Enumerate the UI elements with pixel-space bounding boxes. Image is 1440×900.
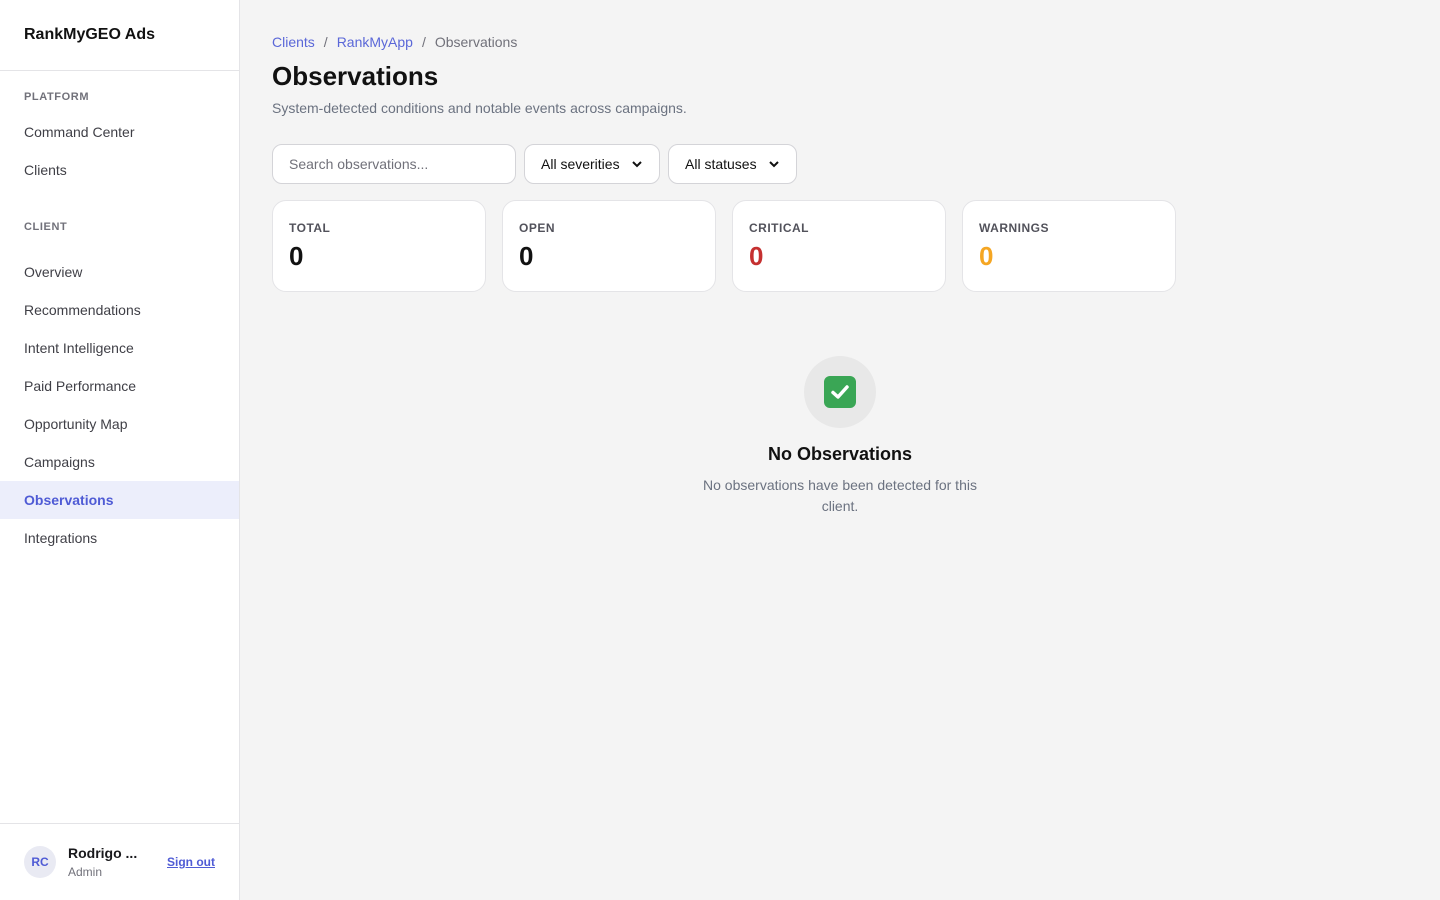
breadcrumb: Clients / RankMyApp / Observations [272, 34, 517, 50]
sidebar-item-paid-performance[interactable]: Paid Performance [0, 367, 239, 405]
main-content: Clients / RankMyApp / Observations Obser… [240, 0, 1440, 900]
stat-card-critical: CRITICAL 0 [732, 200, 946, 292]
empty-state-icon-circle [804, 356, 876, 428]
sidebar-item-clients[interactable]: Clients [0, 151, 239, 189]
stat-label: TOTAL [289, 221, 331, 235]
chevron-down-icon [768, 157, 779, 171]
stat-value-critical: 0 [749, 241, 764, 271]
user-name: Rodrigo ... [68, 845, 138, 861]
stats-row: TOTAL 0 OPEN 0 CRITICAL 0 WARNINGS 0 [272, 200, 1176, 292]
filters-bar: All severities All statuses [272, 144, 797, 184]
nav-section-platform: PLATFORM Command Center Clients [0, 91, 239, 189]
user-footer: RC Rodrigo ... Admin Sign out [0, 823, 239, 900]
nav-section-title: CLIENT [24, 221, 68, 233]
breadcrumb-current: Observations [434, 34, 518, 50]
sidebar-item-observations[interactable]: Observations [0, 481, 239, 519]
stat-value-open: 0 [519, 241, 534, 271]
status-select[interactable]: All statuses [668, 144, 797, 184]
stat-value-total: 0 [289, 241, 304, 271]
nav-section-client: CLIENT Overview Recommendations Intent I… [0, 221, 239, 557]
severity-select[interactable]: All severities [524, 144, 660, 184]
breadcrumb-client[interactable]: RankMyApp [337, 34, 413, 50]
sign-out-button[interactable]: Sign out [167, 855, 215, 869]
stat-card-warnings: WARNINGS 0 [962, 200, 1176, 292]
nav-section-title: PLATFORM [24, 91, 90, 103]
stat-card-total: TOTAL 0 [272, 200, 486, 292]
stat-label: OPEN [519, 221, 556, 235]
sidebar-item-recommendations[interactable]: Recommendations [0, 291, 239, 329]
sidebar-item-campaigns[interactable]: Campaigns [0, 443, 239, 481]
severity-select-value: All severities [541, 156, 620, 172]
empty-state-title: No Observations [767, 444, 913, 464]
status-select-value: All statuses [685, 156, 757, 172]
chevron-down-icon [631, 157, 642, 171]
sidebar: RankMyGEO Ads PLATFORM Command Center Cl… [0, 0, 240, 900]
sidebar-item-overview[interactable]: Overview [0, 253, 239, 291]
sidebar-item-integrations[interactable]: Integrations [0, 519, 239, 557]
empty-state-text: No observations have been detected for t… [703, 477, 977, 514]
sidebar-item-command-center[interactable]: Command Center [0, 113, 239, 151]
empty-state: No Observations No observations have bee… [672, 356, 1008, 517]
breadcrumb-clients[interactable]: Clients [272, 34, 315, 50]
stat-value-warnings: 0 [979, 241, 994, 271]
check-mark-icon [824, 376, 856, 408]
breadcrumb-separator: / [421, 34, 426, 50]
sidebar-item-opportunity-map[interactable]: Opportunity Map [0, 405, 239, 443]
stat-label: CRITICAL [749, 221, 809, 235]
page-subtitle: System-detected conditions and notable e… [272, 100, 687, 116]
user-role: Admin [68, 865, 103, 879]
stat-card-open: OPEN 0 [502, 200, 716, 292]
stat-label: WARNINGS [979, 221, 1049, 235]
page-title: Observations [272, 61, 439, 91]
brand-name[interactable]: RankMyGEO Ads [0, 0, 239, 71]
breadcrumb-separator: / [323, 34, 328, 50]
avatar: RC [24, 846, 56, 878]
user-info: Rodrigo ... Admin [68, 845, 148, 879]
search-input[interactable] [272, 144, 516, 184]
sidebar-item-intent-intelligence[interactable]: Intent Intelligence [0, 329, 239, 367]
